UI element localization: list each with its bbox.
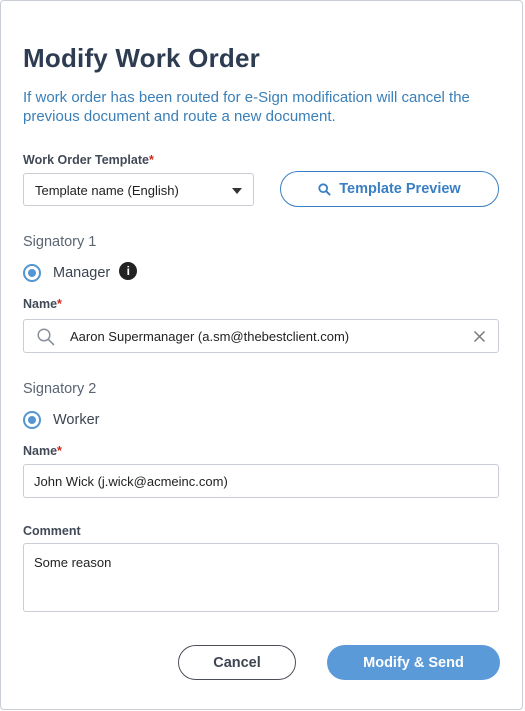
- close-icon[interactable]: [473, 330, 486, 343]
- signatory-1-heading: Signatory 1: [23, 234, 97, 250]
- signatory-2-name-label: Name*: [23, 444, 62, 458]
- template-preview-button[interactable]: Template Preview: [280, 171, 499, 207]
- signatory-2-role-label: Worker: [53, 412, 100, 428]
- search-icon: [318, 182, 331, 196]
- dialog-description: If work order has been routed for e-Sign…: [23, 89, 470, 125]
- required-mark: *: [148, 153, 154, 167]
- signatory-2-name-value: John Wick (j.wick@acmeinc.com): [34, 474, 228, 489]
- signatory-1-role-option[interactable]: Manager i: [23, 262, 138, 284]
- template-select[interactable]: Template name (English): [23, 173, 254, 206]
- required-mark: *: [57, 444, 62, 458]
- info-icon[interactable]: i: [119, 262, 138, 280]
- comment-textarea[interactable]: Some reason: [23, 543, 499, 612]
- template-label-text: Work Order Template: [23, 153, 149, 167]
- template-preview-label: Template Preview: [339, 181, 461, 197]
- comment-value: Some reason: [34, 555, 112, 570]
- radio-selected-icon[interactable]: [23, 264, 41, 282]
- cancel-button[interactable]: Cancel: [178, 645, 296, 680]
- signatory-2-name-input[interactable]: John Wick (j.wick@acmeinc.com): [23, 464, 499, 498]
- modify-and-send-button[interactable]: Modify & Send: [327, 645, 500, 680]
- signatory-1-name-label: Name*: [23, 297, 62, 311]
- search-icon: [37, 328, 55, 346]
- comment-label: Comment: [23, 524, 81, 538]
- signatory-1-name-search-input[interactable]: Aaron Supermanager (a.sm@thebestclient.c…: [23, 319, 499, 353]
- required-mark: *: [57, 297, 62, 311]
- template-select-value: Template name (English): [35, 183, 179, 198]
- dialog-title: Modify Work Order: [23, 43, 260, 73]
- signatory-2-heading: Signatory 2: [23, 381, 97, 397]
- signatory-1-role-label: Manager: [53, 265, 111, 281]
- radio-selected-icon[interactable]: [23, 411, 41, 429]
- modify-work-order-dialog: Modify Work Order If work order has been…: [0, 0, 523, 710]
- signatory-1-name-label-text: Name: [23, 297, 58, 311]
- signatory-2-name-label-text: Name: [23, 444, 58, 458]
- signatory-1-name-value: Aaron Supermanager (a.sm@thebestclient.c…: [70, 329, 350, 344]
- template-label: Work Order Template*: [23, 153, 154, 167]
- chevron-down-icon: [232, 188, 242, 194]
- signatory-2-role-option[interactable]: Worker: [23, 409, 99, 431]
